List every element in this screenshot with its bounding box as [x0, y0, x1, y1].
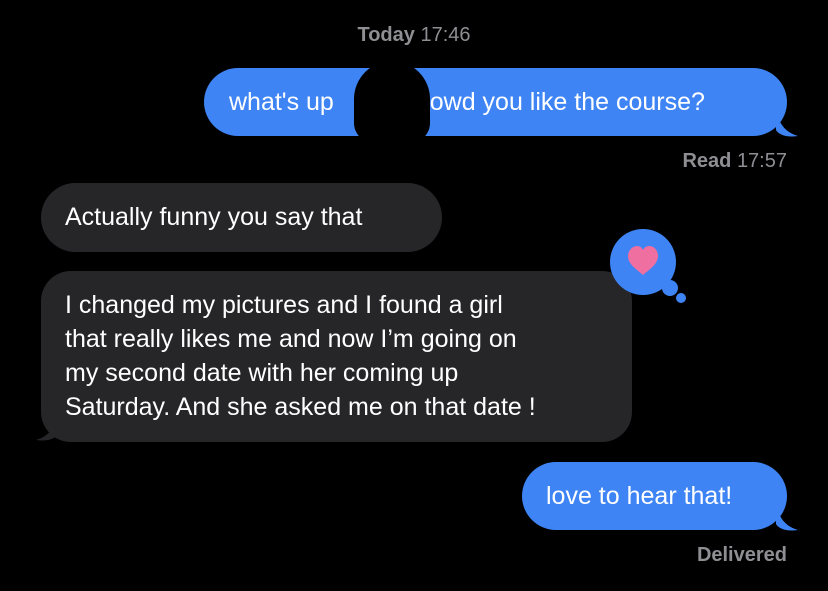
read-time: 17:57	[736, 150, 787, 172]
message-line: Saturday. And she asked me on that date …	[65, 393, 536, 421]
message-line: my second date with her coming up	[65, 359, 459, 387]
timestamp-day: Today	[357, 24, 415, 46]
message-bubble-received[interactable]: I changed my pictures and I found a girl…	[41, 271, 632, 442]
delivered-label: Delivered	[696, 544, 787, 566]
bubble-tail	[36, 412, 58, 441]
message-text-part: what's up	[229, 88, 334, 116]
bubble-tail	[776, 108, 798, 137]
delivered-receipt: Delivered	[697, 544, 787, 567]
message-text: Actually funny you say that	[65, 203, 363, 231]
heart-reaction[interactable]	[610, 228, 690, 308]
message-bubble-sent[interactable]: love to hear that!	[522, 462, 787, 530]
message-text: love to hear that!	[546, 482, 733, 510]
redacted-name	[354, 61, 430, 143]
read-label: Read	[682, 150, 732, 172]
message-text-part: howd you like the course?	[415, 88, 705, 116]
read-receipt: Read 17:57	[682, 150, 787, 173]
timestamp-time: 17:46	[420, 24, 471, 46]
message-bubble-sent[interactable]: what's up howd you like the course?	[204, 68, 787, 136]
conversation-timestamp: Today 17:46	[0, 24, 828, 47]
message-line: that really likes me and now I’m going o…	[65, 325, 517, 353]
message-line: I changed my pictures and I found a girl	[65, 291, 503, 319]
message-bubble-received[interactable]: Actually funny you say that	[41, 183, 442, 252]
bubble-tail	[776, 502, 798, 531]
